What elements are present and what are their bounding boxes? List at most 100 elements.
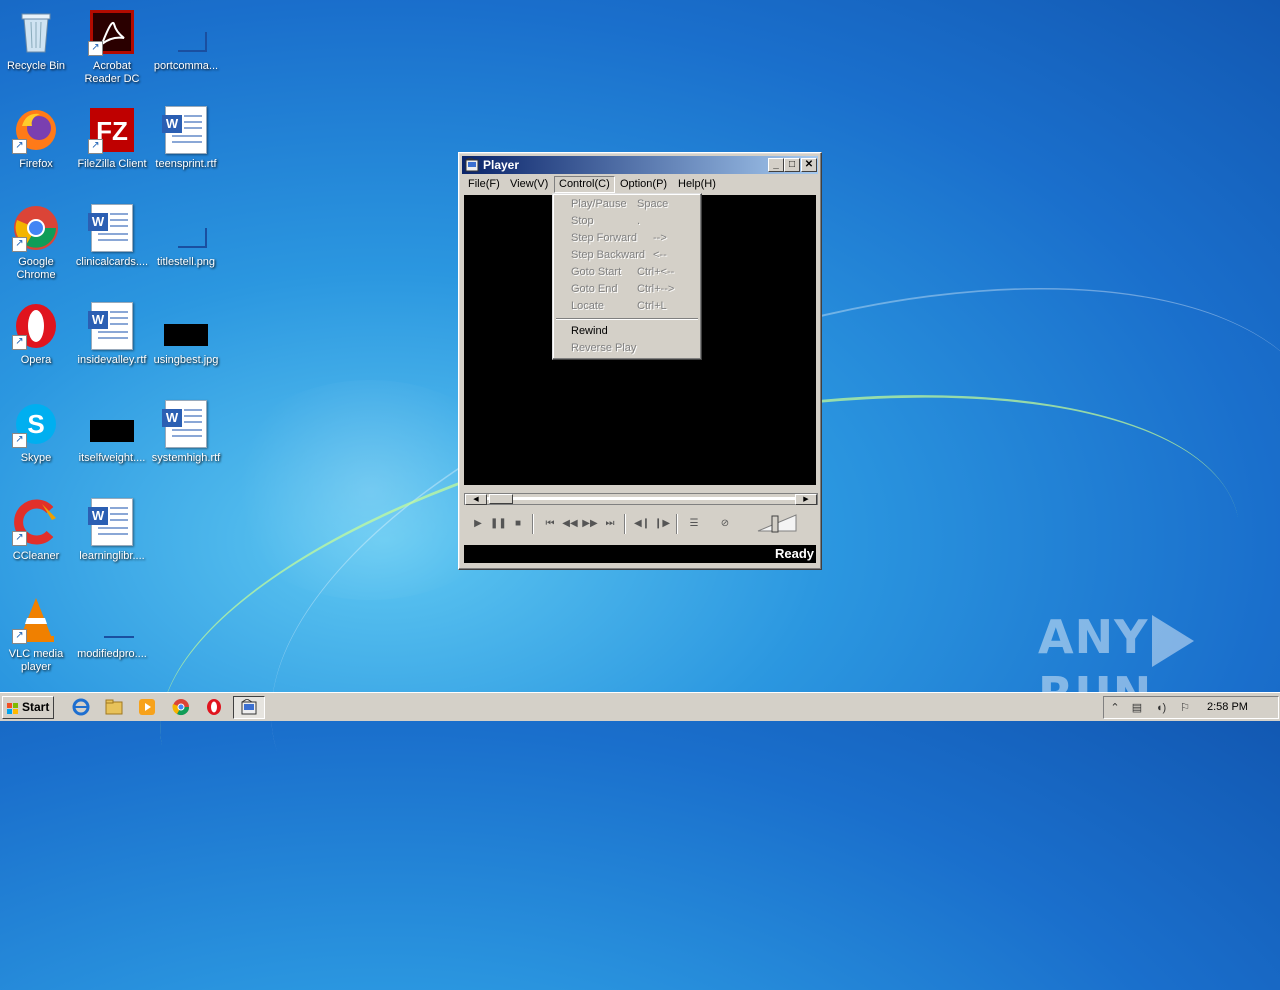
clock[interactable]: 2:58 PM xyxy=(1207,697,1248,718)
desktop-icon-systemhigh[interactable]: W systemhigh.rtf xyxy=(148,400,224,465)
menu-file[interactable]: File(F) xyxy=(464,177,504,192)
menu-item-shortcut: Space xyxy=(637,198,669,210)
folder-icon[interactable] xyxy=(105,698,123,716)
shortcut-arrow-icon: ↗ xyxy=(88,41,103,56)
start-button[interactable]: Start xyxy=(2,696,54,719)
vlc-icon: ↗ xyxy=(12,596,60,644)
desktop-icon-label: usingbest.jpg xyxy=(153,354,219,366)
word-doc-icon: W xyxy=(162,106,210,154)
menu-item-goto-start[interactable]: Goto Start xyxy=(571,264,621,280)
desktop-icon-titlestell[interactable]: titlestell.png xyxy=(148,204,224,269)
maximize-button[interactable]: □ xyxy=(784,158,800,172)
seek-thumb[interactable] xyxy=(489,494,513,504)
chrome-icon: ↗ xyxy=(12,204,60,252)
desktop-icon-acrobat[interactable]: ↗ Acrobat Reader DC xyxy=(74,8,150,86)
step-forward-icon[interactable]: ❙▶ xyxy=(654,517,670,531)
media-player-icon[interactable] xyxy=(138,698,156,716)
menu-help[interactable]: Help(H) xyxy=(674,177,720,192)
stop-icon[interactable]: ■ xyxy=(510,517,526,531)
ie-icon[interactable] xyxy=(72,698,90,716)
desktop-icon-chrome[interactable]: ↗ Google Chrome xyxy=(0,204,74,282)
taskbar-player-button[interactable] xyxy=(233,696,265,719)
desktop-icon-modifiedpro[interactable]: modifiedpro.... xyxy=(74,596,150,661)
menu-control[interactable]: Control(C) xyxy=(554,176,615,193)
status-bar: Ready xyxy=(464,545,816,563)
chrome-taskbar-icon[interactable] xyxy=(172,698,190,716)
desktop-icon-itselfweight[interactable]: itselfweight.... xyxy=(74,400,150,465)
playlist-icon[interactable]: ☰ xyxy=(686,517,702,531)
desktop-icon-label: Opera xyxy=(20,354,52,366)
menu-option[interactable]: Option(P) xyxy=(616,177,671,192)
desktop-icon-label: Google Chrome xyxy=(16,256,56,281)
menu-item-goto-end[interactable]: Goto End xyxy=(571,281,617,297)
menu-view[interactable]: View(V) xyxy=(506,177,552,192)
windows-flag-icon xyxy=(7,701,19,714)
play-icon[interactable]: ▶ xyxy=(470,517,486,531)
menu-item-rewind[interactable]: Rewind xyxy=(571,323,608,339)
title-bar[interactable]: Player _ □ ✕ xyxy=(462,156,818,174)
goto-start-icon[interactable]: ⏮ xyxy=(542,517,558,531)
step-backward-icon[interactable]: ◀❙ xyxy=(634,517,650,531)
menu-item-step-forward[interactable]: Step Forward xyxy=(571,230,637,246)
desktop-icon-usingbest[interactable]: usingbest.jpg xyxy=(148,302,224,367)
menu-item-shortcut: <-- xyxy=(653,249,667,261)
seek-track[interactable] xyxy=(487,497,795,500)
desktop-icon-insidevalley[interactable]: W insidevalley.rtf xyxy=(74,302,150,367)
seek-right-arrow[interactable]: ▶ xyxy=(795,494,817,505)
close-button[interactable]: ✕ xyxy=(801,158,817,172)
playback-controls: ▶ ❚❚ ■ ⏮ ◀◀ ▶▶ ⏭ ◀❙ ❙▶ ☰ ⊘ xyxy=(464,509,816,539)
desktop-icon-label: Skype xyxy=(20,452,52,464)
menu-item-locate[interactable]: Locate xyxy=(571,298,604,314)
menu-item-reverse-play[interactable]: Reverse Play xyxy=(571,340,636,356)
desktop-icon-label: insidevalley.rtf xyxy=(77,354,147,366)
volume-slider[interactable] xyxy=(756,513,798,533)
menu-item-shortcut: --> xyxy=(653,232,667,244)
desktop-icon-portcomma[interactable]: portcomma... xyxy=(148,8,224,73)
desktop-icon-filezilla[interactable]: FZ ↗ FileZilla Client xyxy=(74,106,150,171)
menu-item-shortcut: Ctrl+--> xyxy=(637,283,675,295)
word-doc-icon: W xyxy=(162,400,210,448)
menu-item-shortcut: Ctrl+L xyxy=(637,300,667,312)
control-menu-dropdown: Play/Pause Space Stop . Step Forward -->… xyxy=(552,193,702,360)
menu-item-play-pause[interactable]: Play/Pause xyxy=(571,196,627,212)
action-center-flag-icon[interactable]: ⚐ xyxy=(1178,701,1192,715)
menu-item-step-backward[interactable]: Step Backward xyxy=(571,247,645,263)
show-hidden-icons-icon[interactable]: ⌃ xyxy=(1108,701,1122,715)
desktop-icon-recycle-bin[interactable]: Recycle Bin xyxy=(0,8,74,73)
menu-bar: File(F) View(V) Control(C) Option(P) Hel… xyxy=(462,175,818,193)
desktop-icon-label: VLC media player xyxy=(8,648,64,673)
menu-item-shortcut: Ctrl+<-- xyxy=(637,266,675,278)
desktop-icon-firefox[interactable]: ↗ Firefox xyxy=(0,106,74,171)
ccleaner-icon: ↗ xyxy=(12,498,60,546)
desktop-icon-ccleaner[interactable]: ↗ CCleaner xyxy=(0,498,74,563)
opera-taskbar-icon[interactable] xyxy=(205,698,223,716)
image-file-icon xyxy=(162,204,210,252)
desktop-icon-vlc[interactable]: ↗ VLC media player xyxy=(0,596,74,674)
rewind-icon[interactable]: ◀◀ xyxy=(562,517,578,531)
volume-icon[interactable]: ◖) xyxy=(1154,701,1168,715)
acrobat-icon: ↗ xyxy=(88,8,136,56)
desktop-icon-label: Recycle Bin xyxy=(6,60,66,72)
fast-forward-icon[interactable]: ▶▶ xyxy=(582,517,598,531)
seek-left-arrow[interactable]: ◀ xyxy=(465,494,487,505)
opera-icon: ↗ xyxy=(12,302,60,350)
minimize-button[interactable]: _ xyxy=(768,158,784,172)
desktop-icon-label: systemhigh.rtf xyxy=(151,452,221,464)
seek-bar[interactable]: ◀ ▶ xyxy=(464,493,818,505)
desktop-icon-skype[interactable]: S ↗ Skype xyxy=(0,400,74,465)
skype-icon: S ↗ xyxy=(12,400,60,448)
desktop-icon-opera[interactable]: ↗ Opera xyxy=(0,302,74,367)
desktop-icon-clinicalcards[interactable]: W clinicalcards.... xyxy=(74,204,150,269)
window-title: Player xyxy=(483,158,520,172)
network-icon[interactable]: ▤ xyxy=(1130,701,1144,715)
pause-icon[interactable]: ❚❚ xyxy=(490,517,507,531)
desktop-icon-learninglibr[interactable]: W learninglibr.... xyxy=(74,498,150,563)
shortcut-arrow-icon: ↗ xyxy=(12,531,27,546)
mute-icon[interactable]: ⊘ xyxy=(716,517,734,531)
shortcut-arrow-icon: ↗ xyxy=(12,433,27,448)
menu-item-stop[interactable]: Stop xyxy=(571,213,594,229)
desktop-icon-teensprint[interactable]: W teensprint.rtf xyxy=(148,106,224,171)
desktop-icon-label: titlestell.png xyxy=(156,256,216,268)
black-file-icon xyxy=(88,400,136,448)
goto-end-icon[interactable]: ⏭ xyxy=(602,517,618,531)
